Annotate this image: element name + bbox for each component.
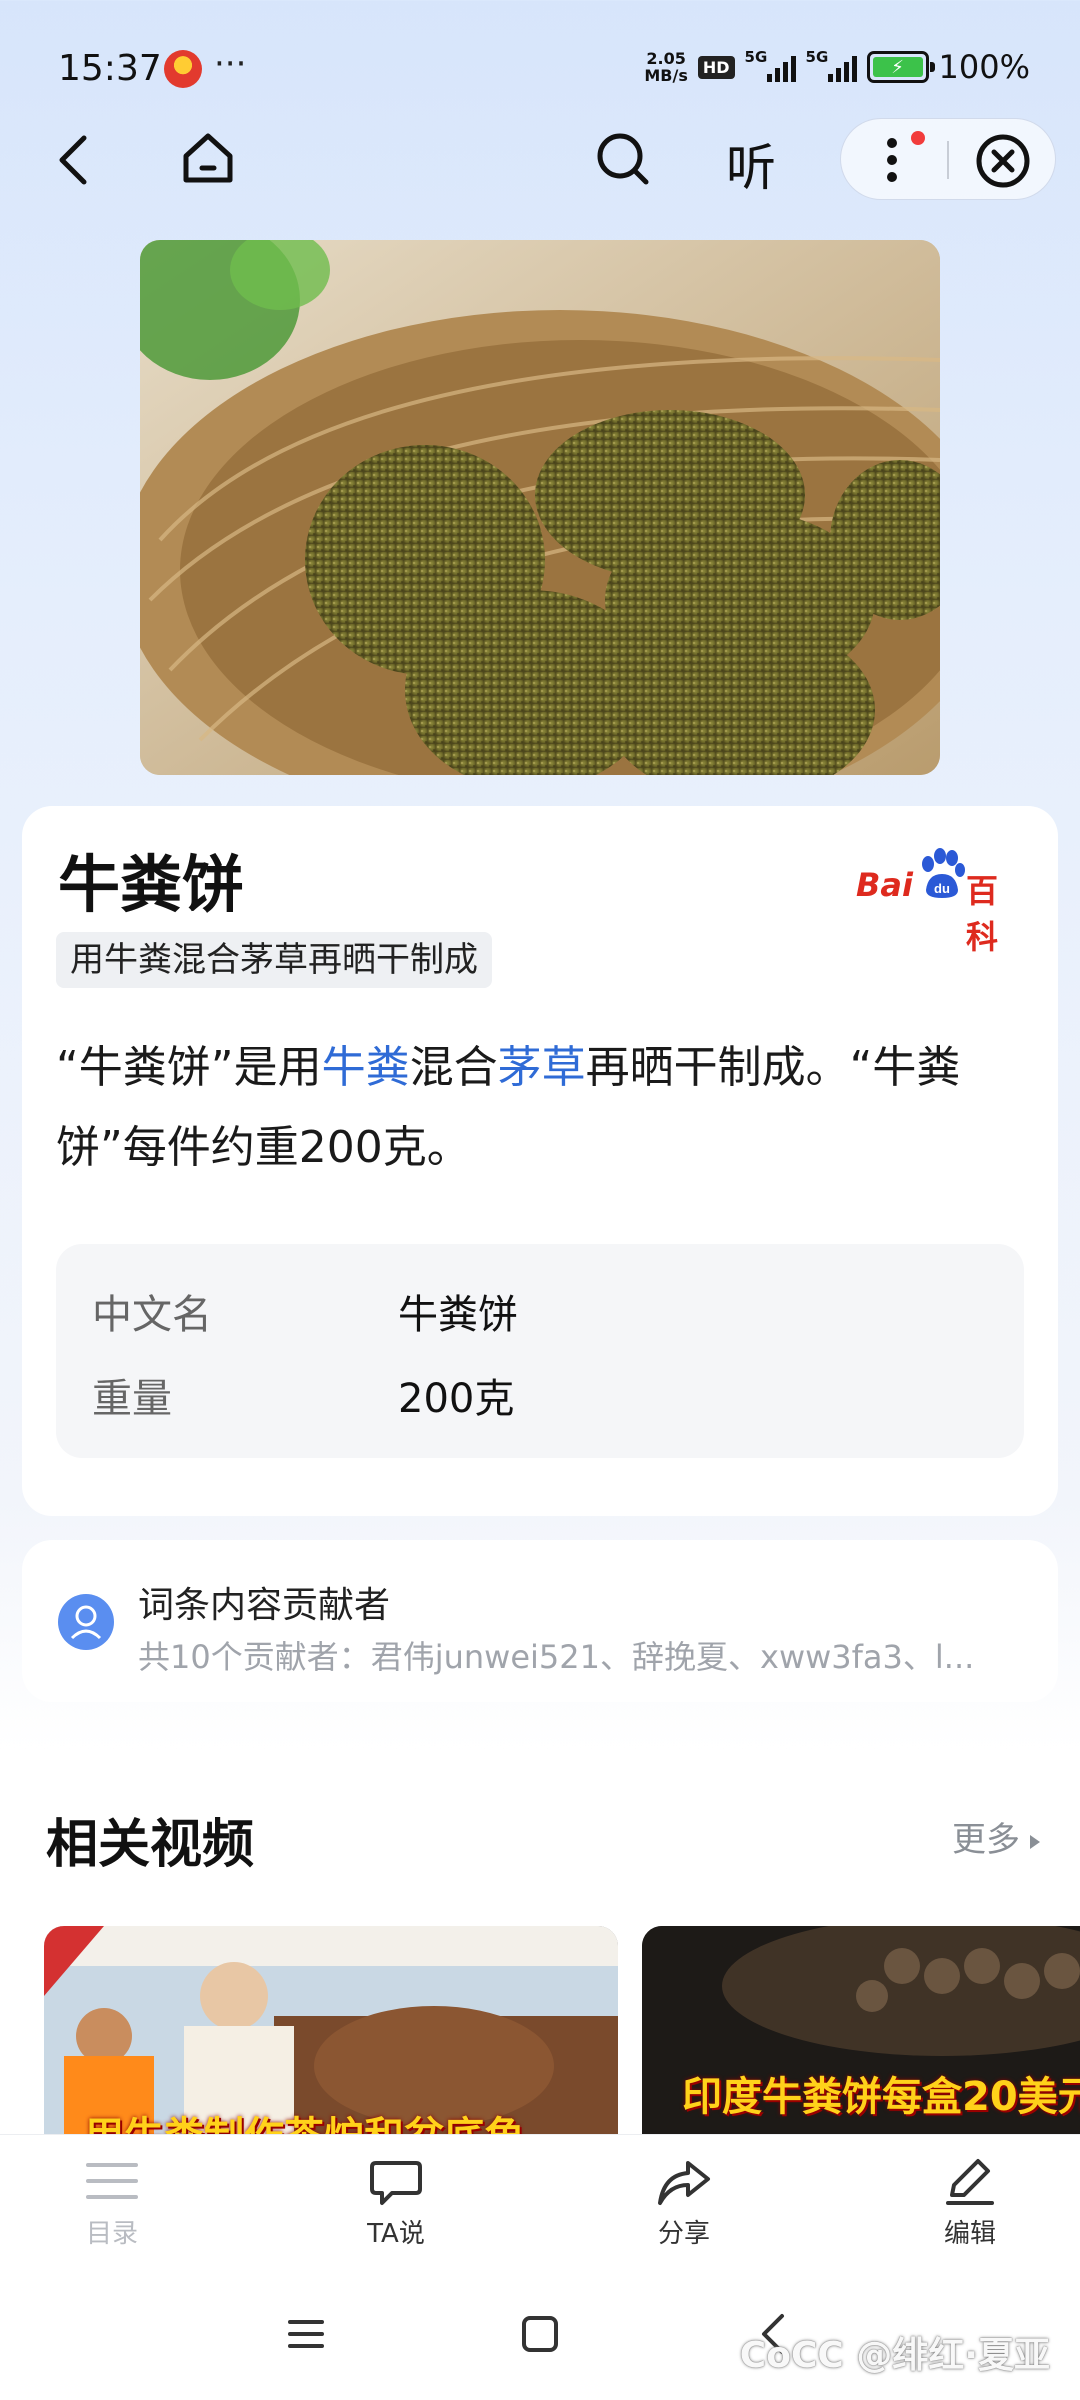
- entry-hero-image[interactable]: [140, 240, 940, 775]
- edit-button[interactable]: 编辑: [910, 2157, 1030, 2250]
- info-key: 重量: [92, 1376, 172, 1422]
- home-square-icon[interactable]: [520, 2314, 560, 2354]
- status-time: 15:37: [58, 48, 162, 89]
- summary-link-maocao[interactable]: 茅草: [498, 1042, 586, 1093]
- entry-summary: “牛粪饼”是用牛粪混合茅草再晒干制成。“牛粪饼”每件约重200克。: [56, 1042, 961, 1173]
- listen-button[interactable]: 听: [726, 128, 776, 200]
- status-more-dots: ···: [214, 44, 247, 84]
- signal-strength-icon: 5G: [745, 48, 796, 82]
- share-button[interactable]: 分享: [624, 2157, 744, 2250]
- bottom-toolbar: 目录 TA说 分享 编辑: [0, 2134, 1080, 2274]
- entry-summary-card: 牛粪饼 Bai du 百科 用牛粪混合茅草再晒干制成 “牛粪饼”是用牛粪混合茅草…: [22, 806, 1058, 1516]
- contributors-card[interactable]: 词条内容贡献者 共10个贡献者：君伟junwei521、辞挽夏、xww3fa3、…: [22, 1540, 1058, 1702]
- basic-info-box: 中文名 牛粪饼 重量 200克: [56, 1244, 1024, 1458]
- hd-voice-icon: HD: [697, 55, 735, 79]
- info-value: 200克: [398, 1376, 515, 1422]
- app-notification-icon: [164, 50, 202, 88]
- contributors-title: 词条内容贡献者: [138, 1585, 391, 1626]
- ta-comment-button[interactable]: TA说: [336, 2157, 456, 2250]
- home-icon[interactable]: [180, 130, 236, 186]
- svg-text:du: du: [934, 881, 950, 896]
- info-key: 中文名: [92, 1292, 212, 1338]
- video-caption: 用牛粪制作茶炉和盆底角: [44, 2104, 618, 2136]
- back-arrow-icon[interactable]: [50, 130, 100, 190]
- status-indicators: 2.05 MB/s HD 5G 5G ⚡ 100%: [644, 48, 1030, 86]
- more-vertical-icon[interactable]: [885, 135, 899, 185]
- entry-title: 牛粪饼: [58, 848, 245, 921]
- recent-apps-icon[interactable]: [286, 2314, 326, 2354]
- summary-link-niufen[interactable]: 牛粪: [322, 1042, 410, 1093]
- signal-strength-icon: 5G: [806, 48, 857, 82]
- battery-icon: ⚡: [866, 51, 935, 83]
- edit-pencil-icon: [946, 2159, 994, 2205]
- baidu-baike-logo[interactable]: Bai du 百科: [856, 846, 1026, 956]
- video-caption: 印度牛粪饼每盒20美元: [682, 2074, 1080, 2120]
- battery-percent: 100%: [938, 48, 1030, 86]
- network-speed: 2.05 MB/s: [644, 49, 688, 85]
- video-card[interactable]: 用牛粪制作茶炉和盆底角: [44, 1926, 618, 2136]
- watermark: CoCC @绯红·夏亚: [739, 2335, 1050, 2376]
- user-avatar-icon: [58, 1594, 114, 1650]
- mini-program-capsule: [840, 118, 1056, 200]
- contributors-list: 共10个贡献者：君伟junwei521、辞挽夏、xww3fa3、l...: [138, 1638, 975, 1676]
- related-videos-more-link[interactable]: 更多: [952, 1812, 1040, 1861]
- search-icon[interactable]: [594, 130, 652, 188]
- notification-dot: [911, 131, 925, 145]
- baidu-paw-icon: du: [922, 848, 965, 898]
- share-arrow-icon: [658, 2161, 710, 2205]
- list-icon: [86, 2163, 138, 2199]
- info-value: 牛粪饼: [398, 1292, 518, 1338]
- related-videos-title: 相关视频: [46, 1815, 255, 1875]
- entry-subtitle: 用牛粪混合茅草再晒干制成: [56, 932, 492, 988]
- capsule-divider: [947, 141, 949, 179]
- video-card[interactable]: 印度牛粪饼每盒20美元: [642, 1926, 1080, 2136]
- toc-button[interactable]: 目录: [52, 2157, 172, 2250]
- comment-bubble-icon: [370, 2161, 422, 2205]
- chevron-right-icon: [1030, 1834, 1040, 1849]
- close-circle-icon[interactable]: [975, 133, 1031, 189]
